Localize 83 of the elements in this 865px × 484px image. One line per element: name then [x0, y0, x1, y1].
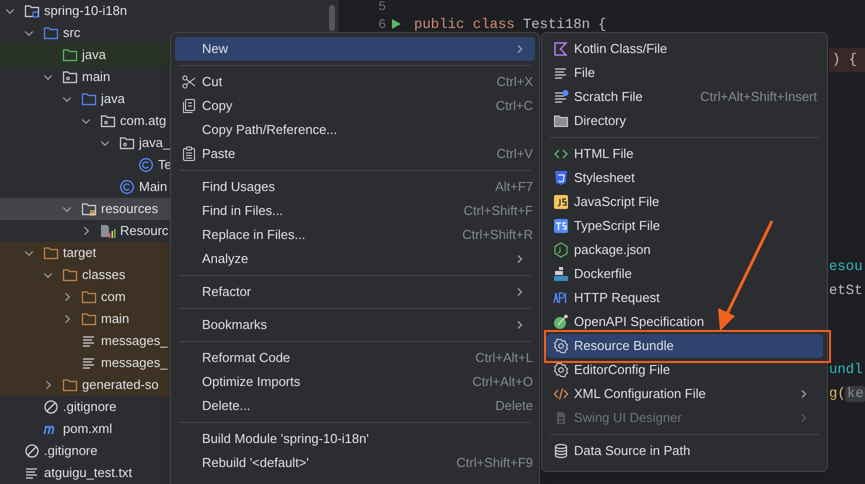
package-folder-icon	[62, 69, 78, 85]
gear-icon	[553, 362, 569, 378]
js-icon	[553, 194, 569, 210]
database-icon	[553, 443, 569, 459]
clipboard-icon	[181, 146, 197, 162]
shortcut-text: Ctrl+C	[496, 97, 533, 116]
resources-folder-icon	[81, 201, 97, 217]
shortcut-text: Ctrl+V	[496, 145, 533, 164]
shortcut-text: Alt+F7	[495, 178, 533, 196]
module-folder-icon	[24, 3, 40, 19]
shortcut-text: Ctrl+Alt+Shift+Insert	[700, 88, 817, 106]
scrollbar-thumb[interactable]	[329, 5, 335, 31]
folder-icon	[81, 311, 97, 327]
package-folder-icon	[100, 113, 116, 129]
ts-icon	[553, 218, 569, 234]
menu-item[interactable]: New	[175, 37, 535, 61]
shortcut-text: Delete	[495, 397, 533, 416]
menu-item[interactable]: package.json	[546, 238, 823, 262]
bundle-icon	[100, 223, 116, 239]
folder-icon	[81, 91, 97, 107]
folder-icon	[62, 47, 78, 63]
code-text: esou	[829, 259, 863, 275]
menu-item[interactable]: JavaScript File	[546, 190, 823, 214]
shortcut-text: Ctrl+Shift+F9	[456, 454, 533, 472]
menu-item[interactable]: Scratch File Ctrl+Alt+Shift+Insert	[546, 85, 823, 109]
menu-item[interactable]: Copy Ctrl+C	[175, 94, 535, 118]
menu-item[interactable]: Data Source in Path	[546, 439, 823, 463]
menu-item[interactable]: File	[546, 61, 823, 85]
menu-item[interactable]: EditorConfig File	[546, 358, 823, 382]
scissors-icon	[181, 74, 197, 90]
run-icon[interactable]	[390, 18, 402, 30]
folder-icon	[43, 245, 59, 261]
kotlin-icon	[553, 41, 569, 57]
menu-item[interactable]: Dockerfile	[546, 262, 823, 286]
class-icon	[138, 157, 154, 173]
code-text: undl	[829, 362, 863, 378]
menu-item[interactable]: OpenAPI Specification	[546, 310, 823, 334]
menu-item[interactable]: Find Usages Alt+F7	[175, 175, 535, 199]
gear-icon	[553, 338, 569, 354]
code-text: etSt	[829, 283, 863, 299]
menu-item[interactable]: Copy Path/Reference...	[175, 118, 535, 142]
scratch-file-icon	[553, 89, 569, 105]
folder-icon	[62, 377, 78, 393]
menu-item[interactable]: Cut Ctrl+X	[175, 70, 535, 94]
code-text: g(	[829, 386, 846, 402]
line-number: 6	[378, 18, 386, 32]
package-folder-icon	[119, 135, 135, 151]
shortcut-text: Ctrl+Alt+L	[475, 349, 533, 368]
shortcut-text: Ctrl+X	[496, 73, 533, 92]
menu-item[interactable]: Resource Bundle	[546, 334, 823, 358]
hexagon-icon	[553, 242, 569, 258]
menu-item[interactable]: Stylesheet	[546, 166, 823, 190]
code-tag-icon	[553, 386, 569, 402]
folder-icon	[62, 267, 78, 283]
shortcut-text: Ctrl+Alt+O	[472, 373, 533, 392]
menu-item[interactable]: HTTP Request	[546, 286, 823, 310]
parameter-hint: ke	[845, 386, 865, 402]
line-number: 5	[378, 0, 386, 14]
menu-item[interactable]: Build Module 'spring-10-i18n'	[175, 427, 535, 451]
folder-icon	[553, 113, 569, 129]
copy-icon	[181, 98, 197, 114]
folder-icon	[81, 289, 97, 305]
shortcut-text: Ctrl+Shift+R	[462, 226, 533, 244]
openapi-icon	[553, 314, 569, 330]
menu-item[interactable]: TypeScript File	[546, 214, 823, 238]
api-icon	[553, 290, 569, 306]
menu-item[interactable]: Directory	[546, 109, 823, 133]
menu-item[interactable]: Delete... Delete	[175, 394, 535, 418]
menu-item[interactable]: Rebuild '<default>' Ctrl+Shift+F9	[175, 451, 535, 475]
code-line: public class Testi18n {	[414, 18, 606, 32]
shield-icon	[553, 170, 569, 186]
menu-item[interactable]: XML Configuration File	[546, 382, 823, 406]
menu-item[interactable]: Kotlin Class/File	[546, 37, 823, 61]
menu-item[interactable]: HTML File	[546, 142, 823, 166]
menu-item[interactable]: Paste Ctrl+V	[175, 142, 535, 166]
docker-icon	[553, 266, 569, 282]
class-icon	[119, 179, 135, 195]
ignore-file-icon	[43, 399, 59, 415]
code-text: ) {	[832, 52, 858, 68]
folder-icon	[43, 25, 59, 41]
tree-item[interactable]: spring-10-i18n	[0, 0, 337, 22]
ignore-file-icon	[24, 443, 40, 459]
shortcut-text: Ctrl+Shift+F	[464, 202, 533, 220]
